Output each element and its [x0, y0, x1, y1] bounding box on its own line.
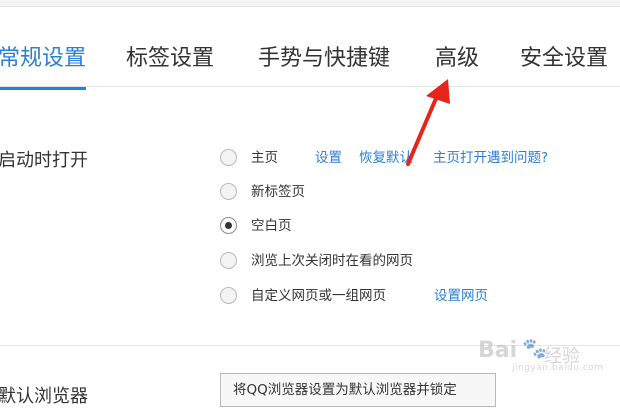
tab-security-settings[interactable]: 安全设置 — [520, 44, 608, 74]
option-label: 新标签页 — [251, 184, 305, 200]
option-label: 主页 — [251, 150, 278, 166]
active-tab-underline — [0, 87, 86, 90]
set-default-browser-button[interactable]: 将QQ浏览器设置为默认浏览器并锁定 — [220, 373, 496, 407]
startup-section-title: 启动时打开 — [0, 150, 88, 171]
option-label: 自定义网页或一组网页 — [251, 288, 386, 304]
option-label: 空白页 — [251, 218, 292, 234]
homepage-settings-link[interactable]: 设置 — [315, 147, 342, 169]
radio-homepage[interactable] — [220, 149, 237, 166]
restore-default-link[interactable]: 恢复默认 — [359, 147, 413, 169]
radio-custom-pages[interactable] — [220, 287, 237, 304]
watermark-brand: Bai — [478, 338, 518, 363]
radio-blank-page[interactable] — [220, 217, 237, 234]
settings-tab-bar: 常规设置 标签设置 手势与快捷键 高级 安全设置 — [0, 6, 620, 90]
tab-tab-settings[interactable]: 标签设置 — [126, 44, 214, 74]
tab-gestures-shortcuts[interactable]: 手势与快捷键 — [258, 44, 390, 74]
default-browser-section-title: 默认浏览器 — [0, 386, 88, 407]
radio-new-tab[interactable] — [220, 183, 237, 200]
tab-advanced[interactable]: 高级 — [435, 44, 479, 74]
radio-last-session[interactable] — [220, 252, 237, 269]
set-pages-link[interactable]: 设置网页 — [434, 285, 488, 307]
option-label: 浏览上次关闭时在看的网页 — [251, 253, 413, 269]
watermark-url: jingyan.baidu.com — [512, 363, 604, 373]
baidu-watermark: Bai 🐾 经验 jingyan.baidu.com — [478, 336, 618, 376]
homepage-problem-link[interactable]: 主页打开遇到问题? — [433, 147, 548, 169]
tab-general-settings[interactable]: 常规设置 — [0, 44, 86, 74]
